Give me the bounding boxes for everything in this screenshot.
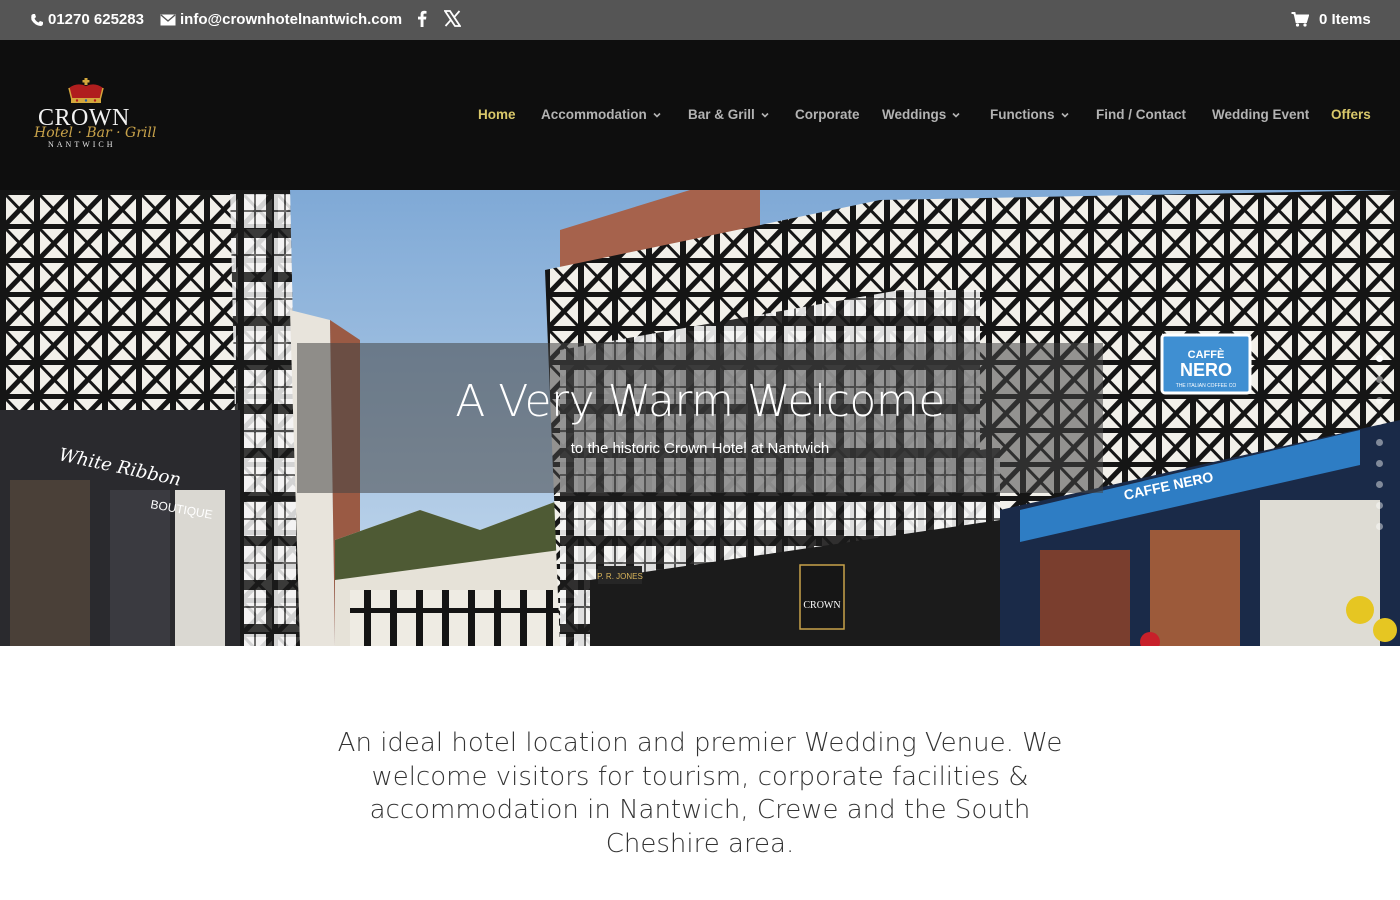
jones-sign: P. R. JONES <box>597 572 643 581</box>
nav-find-contact-label: Find / Contact <box>1096 107 1186 122</box>
cart-link[interactable]: 0 Items <box>1291 11 1371 28</box>
chevron-down-icon <box>761 112 769 118</box>
nav-accommodation[interactable]: Accommodation <box>541 107 661 122</box>
phone-number: 01270 625283 <box>48 11 144 28</box>
slider-dot[interactable] <box>1376 397 1383 404</box>
slider-dot[interactable] <box>1376 439 1383 446</box>
main-nav: Home Accommodation Bar & Grill Corporate… <box>0 107 1400 127</box>
nav-home[interactable]: Home <box>478 107 516 122</box>
hero-slider: CAFFÈ NERO THE ITALIAN COFFEE CO CAFFE N… <box>0 190 1400 646</box>
hero-subtitle: to the historic Crown Hotel at Nantwich <box>570 440 830 457</box>
nav-corporate-label: Corporate <box>795 107 860 122</box>
slider-dot[interactable] <box>1376 376 1383 383</box>
phone-link[interactable]: 01270 625283 <box>30 11 144 28</box>
nav-weddings-label: Weddings <box>882 107 947 122</box>
nav-home-label: Home <box>478 107 516 122</box>
slider-dot[interactable] <box>1376 502 1383 509</box>
slider-dot[interactable] <box>1376 460 1383 467</box>
hero-title: A Very Warm Welcome <box>455 376 945 427</box>
slider-dot[interactable] <box>1376 418 1383 425</box>
chevron-down-icon <box>1060 112 1069 118</box>
x-twitter-icon[interactable] <box>444 10 461 27</box>
phone-icon <box>30 13 44 27</box>
nav-corporate[interactable]: Corporate <box>795 107 860 122</box>
chevron-down-icon <box>653 112 661 118</box>
nav-offers[interactable]: Offers <box>1331 107 1371 122</box>
chevron-down-icon <box>952 112 960 118</box>
slider-dot[interactable] <box>1376 523 1383 530</box>
nav-wedding-event-label: Wedding Event <box>1212 107 1310 122</box>
site-header: CROWN Hotel · Bar · Grill NANTWICH Home … <box>0 40 1400 190</box>
nav-functions[interactable]: Functions <box>990 107 1069 122</box>
top-bar: 01270 625283 info@crownhotelnantwich.com… <box>0 0 1400 40</box>
facebook-icon[interactable] <box>417 10 427 27</box>
slider-dot[interactable] <box>1376 481 1383 488</box>
nav-accommodation-label: Accommodation <box>541 107 647 122</box>
crown-sign: CROWN <box>803 600 840 611</box>
logo-location: NANTWICH <box>48 140 116 149</box>
cart-count: 0 Items <box>1319 11 1371 28</box>
envelope-icon <box>160 13 176 26</box>
email-link[interactable]: info@crownhotelnantwich.com <box>160 11 402 28</box>
nav-functions-label: Functions <box>990 107 1055 122</box>
nav-bar-grill-label: Bar & Grill <box>688 107 755 122</box>
crown-icon <box>68 78 104 103</box>
cart-icon <box>1291 12 1309 27</box>
slider-pagination <box>1376 355 1386 544</box>
nav-bar-grill[interactable]: Bar & Grill <box>688 107 769 122</box>
email-address: info@crownhotelnantwich.com <box>180 11 403 28</box>
nav-weddings[interactable]: Weddings <box>882 107 960 122</box>
nav-find-contact[interactable]: Find / Contact <box>1096 107 1186 122</box>
nav-offers-label: Offers <box>1331 107 1371 122</box>
slider-dot[interactable] <box>1376 355 1383 362</box>
logo-script: Hotel · Bar · Grill <box>34 125 157 141</box>
intro-text: An ideal hotel location and premier Wedd… <box>337 728 1063 859</box>
nav-wedding-event[interactable]: Wedding Event <box>1212 107 1309 122</box>
